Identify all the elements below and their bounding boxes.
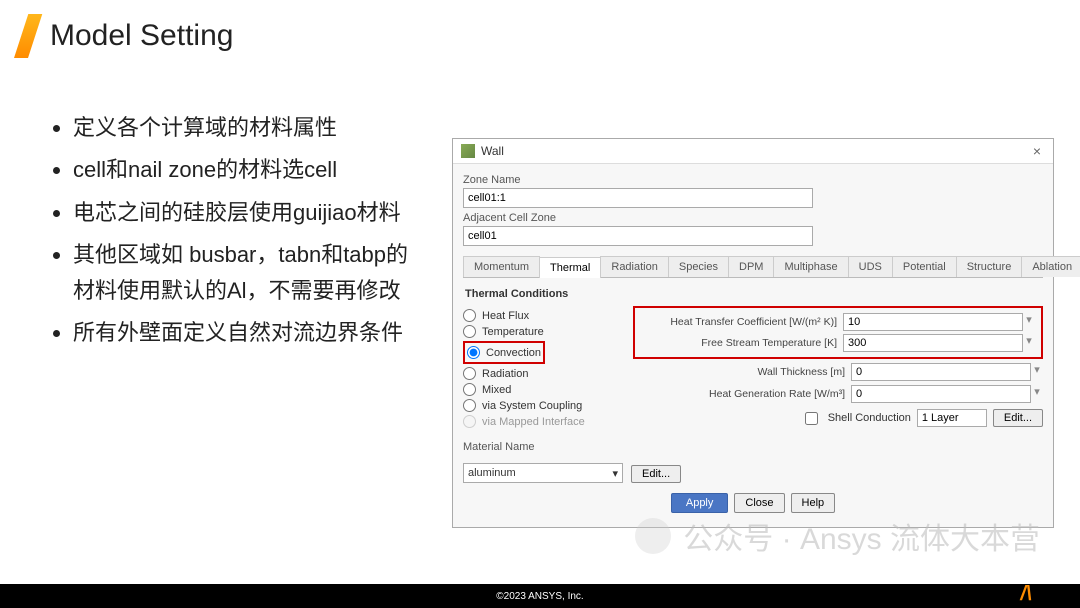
wechat-icon bbox=[635, 518, 671, 554]
heat-gen-input[interactable] bbox=[851, 385, 1031, 403]
help-button[interactable]: Help bbox=[791, 493, 836, 513]
radio-temperature[interactable]: Temperature bbox=[463, 325, 633, 338]
fst-label: Free Stream Temperature [K] bbox=[641, 337, 843, 349]
ansys-logo: /\nsys bbox=[1020, 583, 1068, 606]
heat-gen-label: Heat Generation Rate [W/m³] bbox=[633, 388, 851, 400]
radio-mixed[interactable]: Mixed bbox=[463, 383, 633, 396]
radio-heat-flux[interactable]: Heat Flux bbox=[463, 309, 633, 322]
adjacent-zone-input[interactable] bbox=[463, 226, 813, 246]
wall-dialog: Wall × Zone Name Adjacent Cell Zone Mome… bbox=[452, 138, 1054, 528]
tab-thermal[interactable]: Thermal bbox=[539, 257, 601, 278]
tab-uds[interactable]: UDS bbox=[848, 256, 893, 277]
accent-bar bbox=[14, 14, 42, 58]
apply-button[interactable]: Apply bbox=[671, 493, 729, 513]
radio-via-system[interactable]: via System Coupling bbox=[463, 399, 633, 412]
tab-multiphase[interactable]: Multiphase bbox=[773, 256, 848, 277]
zone-name-label: Zone Name bbox=[463, 174, 1043, 186]
chevron-down-icon[interactable]: ▾ bbox=[1031, 363, 1043, 381]
bullet-item: cell和nail zone的材料选cell bbox=[73, 152, 425, 188]
params-highlight: Heat Transfer Coefficient [W/(m² K)] ▾ F… bbox=[633, 306, 1043, 359]
tab-potential[interactable]: Potential bbox=[892, 256, 957, 277]
material-name-label: Material Name bbox=[463, 441, 1043, 453]
radio-radiation[interactable]: Radiation bbox=[463, 367, 633, 380]
tab-species[interactable]: Species bbox=[668, 256, 729, 277]
layer-input[interactable] bbox=[917, 409, 987, 427]
fst-input[interactable] bbox=[843, 334, 1023, 352]
tab-momentum[interactable]: Momentum bbox=[463, 256, 540, 277]
wall-thickness-label: Wall Thickness [m] bbox=[633, 366, 851, 378]
bullet-item: 电芯之间的硅胶层使用guijiao材料 bbox=[73, 195, 425, 231]
bullet-item: 所有外壁面定义自然对流边界条件 bbox=[73, 315, 425, 351]
htc-label: Heat Transfer Coefficient [W/(m² K)] bbox=[641, 316, 843, 328]
dialog-title: Wall bbox=[481, 144, 1029, 158]
radio-convection[interactable]: Convection bbox=[467, 346, 541, 359]
htc-input[interactable] bbox=[843, 313, 1023, 331]
radio-via-mapped: via Mapped Interface bbox=[463, 415, 633, 428]
chevron-down-icon[interactable]: ▾ bbox=[1031, 385, 1043, 403]
radio-convection-highlight: Convection bbox=[463, 341, 545, 364]
tab-dpm[interactable]: DPM bbox=[728, 256, 774, 277]
edit-material-button[interactable]: Edit... bbox=[631, 465, 681, 483]
thermal-radio-group: Heat Flux Temperature Convection Radiati… bbox=[463, 306, 633, 433]
shell-conduction-checkbox[interactable] bbox=[805, 412, 818, 425]
tab-ablation[interactable]: Ablation bbox=[1021, 256, 1080, 277]
material-select[interactable]: aluminum ▾ bbox=[463, 463, 623, 483]
copyright: ©2023 ANSYS, Inc. bbox=[496, 591, 583, 602]
chevron-down-icon: ▾ bbox=[612, 467, 618, 480]
chevron-down-icon[interactable]: ▾ bbox=[1023, 313, 1035, 331]
thermal-conditions-title: Thermal Conditions bbox=[465, 288, 1043, 300]
footer-bar: ©2023 ANSYS, Inc. bbox=[0, 584, 1080, 608]
bullet-item: 其他区域如 busbar，tabn和tabp的材料使用默认的Al，不需要再修改 bbox=[73, 237, 425, 310]
watermark: 公众号 · Ansys 流体大本营 bbox=[635, 514, 1040, 558]
zone-name-input[interactable] bbox=[463, 188, 813, 208]
chevron-down-icon[interactable]: ▾ bbox=[1023, 334, 1035, 352]
edit-layers-button[interactable]: Edit... bbox=[993, 409, 1043, 427]
close-icon[interactable]: × bbox=[1029, 143, 1045, 159]
page-title: Model Setting bbox=[50, 19, 233, 53]
tab-structure[interactable]: Structure bbox=[956, 256, 1023, 277]
wall-icon bbox=[461, 144, 475, 158]
close-button[interactable]: Close bbox=[734, 493, 784, 513]
bullet-list: 定义各个计算域的材料属性 cell和nail zone的材料选cell 电芯之间… bbox=[55, 110, 425, 358]
shell-conduction-label: Shell Conduction bbox=[828, 412, 911, 424]
tab-bar: Momentum Thermal Radiation Species DPM M… bbox=[463, 256, 1043, 278]
adjacent-zone-label: Adjacent Cell Zone bbox=[463, 212, 1043, 224]
bullet-item: 定义各个计算域的材料属性 bbox=[73, 110, 425, 146]
wall-thickness-input[interactable] bbox=[851, 363, 1031, 381]
tab-radiation[interactable]: Radiation bbox=[600, 256, 668, 277]
